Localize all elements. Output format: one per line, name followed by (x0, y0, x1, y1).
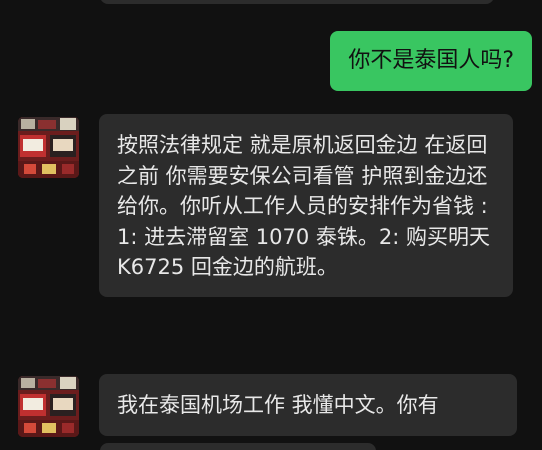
avatar-image (18, 117, 79, 178)
incoming-message-bubble[interactable]: 按照法律规定 就是原机返回金边 在返回之前 你需要安保公司看管 护照到金边还给你… (99, 114, 513, 297)
contact-avatar[interactable] (18, 117, 79, 178)
chat-screen: 你不是泰国人吗? 按照法律规定 就是原机返回金边 在返回之前 你需要安保公司看管… (0, 0, 542, 450)
outgoing-message-bubble[interactable]: 你不是泰国人吗? (330, 31, 532, 91)
next-message-bubble[interactable] (100, 443, 376, 450)
incoming-message-bubble[interactable]: 我在泰国机场工作 我懂中文。你有 (99, 374, 517, 436)
contact-avatar[interactable] (18, 376, 79, 437)
previous-message-bubble[interactable] (100, 0, 494, 4)
avatar-image (18, 376, 79, 437)
